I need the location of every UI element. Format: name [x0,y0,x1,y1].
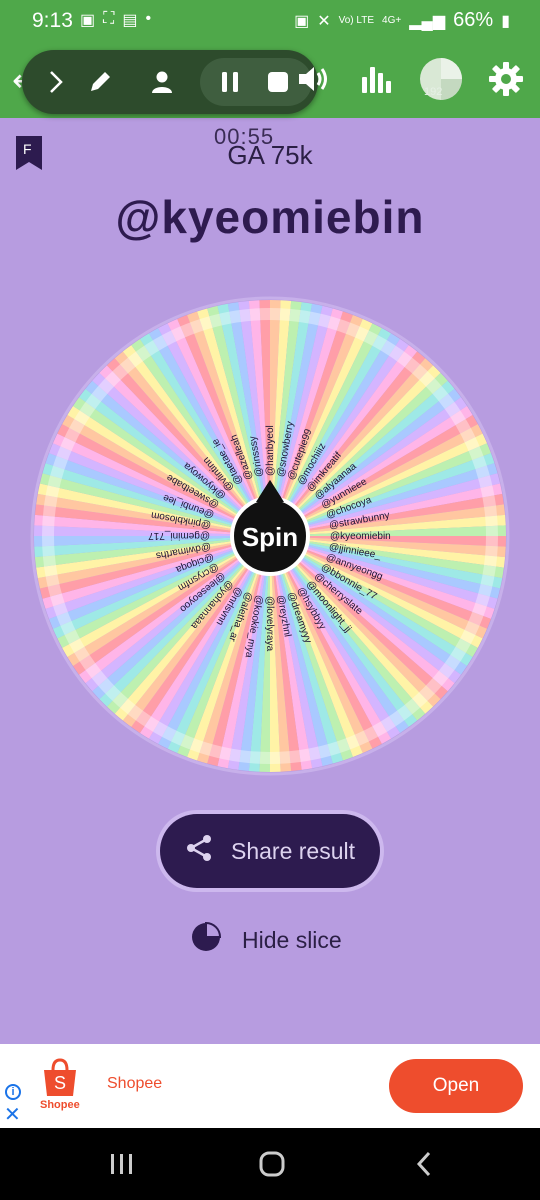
back-icon[interactable] [404,1148,444,1180]
info-icon[interactable]: i [5,1084,21,1100]
close-icon[interactable]: ✕ [4,1102,21,1127]
status-time: 9:13 [32,9,73,32]
battery-icon: ▮ [501,12,510,30]
pie-chart-icon [190,921,222,959]
recent-apps-icon[interactable] [102,1148,142,1180]
wheel-title: @kyeomiebin [115,191,425,243]
pencil-icon[interactable] [80,62,120,102]
share-icon [185,834,213,868]
stats-icon[interactable] [356,59,396,99]
share-result-label: Share result [230,837,355,864]
app-bar: ⟵ 192 [0,42,540,118]
counter-label: 192 [424,86,443,98]
hide-slice-button[interactable]: Hide slice [190,921,342,959]
sync-icon: ▣ [294,12,310,30]
screenshot-icon: ⛶ [103,10,115,27]
gear-icon[interactable] [486,59,526,99]
status-bar: 9:13 ▣ ⛶ ▤ • ▣ ✕ Vo) LTE 4G+ ▂▄▆ 66% ▮ [0,0,540,42]
mute-icon: ✕ [317,12,331,30]
battery-label: 66% [453,9,494,31]
wheel-entry-label: @hanbyeol [265,425,276,476]
system-nav-bar [0,1128,540,1200]
stop-icon[interactable] [258,62,298,102]
app-notification-icon: ▤ [122,12,138,29]
ad-open-button[interactable]: Open [389,1059,523,1113]
signal-icon: ▂▄▆ [409,12,446,30]
ad-banner[interactable]: i ✕ S Shopee Shopee Open [0,1044,540,1128]
svg-text:S: S [54,1073,66,1093]
spin-label[interactable]: Spin [242,522,298,552]
shopee-logo: S [40,1058,80,1098]
person-icon[interactable] [142,62,182,102]
dot-icon: • [145,10,152,27]
share-result-button[interactable]: Share result [160,814,380,888]
shopee-logo-text: Shopee [40,1099,80,1111]
wheel-entry-label: @kyeomiebin [330,531,391,542]
signal-type-label: 4G+ [382,15,402,26]
wheel-entry-label: @gemini_717 [148,530,210,541]
wheel-entry-label: @lovelyraya [264,596,275,652]
spin-wheel[interactable]: @kyeomiebin @jjinnieee_ @annyeongg @bbonnie… [30,296,510,776]
hide-slice-label: Hide slice [242,926,342,953]
gallery-icon: ▣ [80,12,96,29]
screen-recorder-toolbar [22,50,318,114]
wheel-subtitle: GA 75k [227,140,313,170]
chevron-right-icon[interactable] [36,62,76,102]
wheel-list-icon[interactable]: 192 [418,56,464,102]
home-icon[interactable] [252,1148,292,1180]
pause-icon[interactable] [210,62,250,102]
volume-icon[interactable] [294,59,334,99]
network-label: Vo) LTE [338,15,375,26]
ad-brand-name[interactable]: Shopee [107,1075,162,1093]
